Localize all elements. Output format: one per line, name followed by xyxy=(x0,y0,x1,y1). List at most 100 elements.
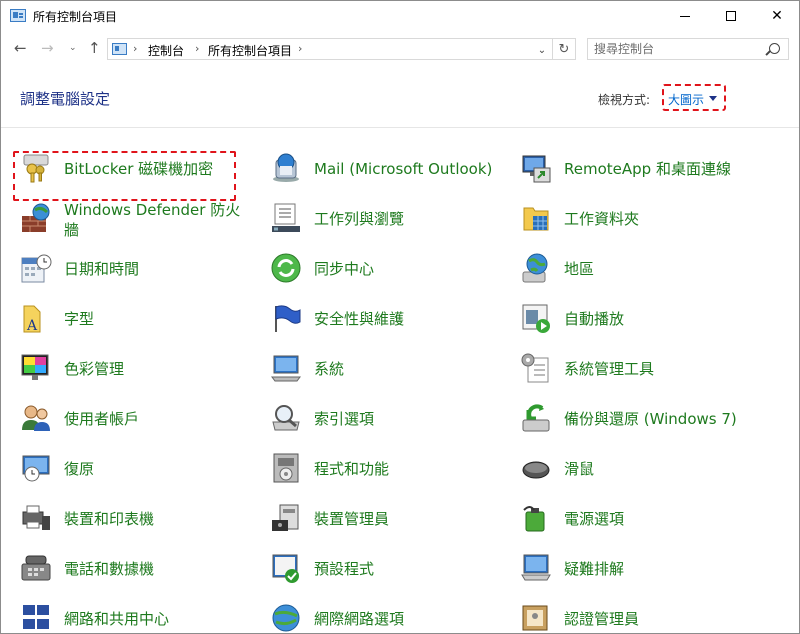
control-panel-item[interactable]: 裝置和印表機 xyxy=(20,498,260,538)
control-panel-item[interactable]: 索引選項 xyxy=(270,398,510,438)
internet-options-icon xyxy=(270,602,302,633)
device-manager-icon xyxy=(270,502,302,534)
control-panel-item-label[interactable]: 工作列與瀏覽 xyxy=(314,210,404,228)
search-icon[interactable] xyxy=(769,43,780,54)
control-panel-item-label[interactable]: 工作資料夾 xyxy=(564,210,639,228)
control-panel-item-label[interactable]: 預設程式 xyxy=(314,560,374,578)
control-panel-item[interactable]: 網路和共用中心 xyxy=(20,598,260,633)
back-button[interactable]: ← xyxy=(14,40,27,56)
svg-text:A: A xyxy=(26,318,38,334)
backup-restore-icon xyxy=(520,402,552,434)
view-by-dropdown[interactable]: 大圖示 xyxy=(662,84,726,111)
control-panel-item-label[interactable]: 字型 xyxy=(64,310,94,328)
power-options-icon xyxy=(520,502,552,534)
view-by-value[interactable]: 大圖示 xyxy=(668,91,704,108)
printer-icon xyxy=(20,502,52,534)
control-panel-item[interactable]: 預設程式 xyxy=(270,548,510,588)
phone-modem-icon xyxy=(20,552,52,584)
control-panel-item[interactable]: 使用者帳戶 xyxy=(20,398,260,438)
up-button[interactable]: ↑ xyxy=(88,40,101,56)
control-panel-item-label[interactable]: 安全性與維護 xyxy=(314,310,404,328)
control-panel-item-label[interactable]: RemoteApp 和桌面連線 xyxy=(564,160,731,178)
control-panel-item[interactable]: RemoteApp 和桌面連線 xyxy=(520,148,760,188)
control-panel-item[interactable]: 日期和時間 xyxy=(20,248,260,288)
control-panel-item[interactable]: 認證管理員 xyxy=(520,598,760,633)
address-dropdown-button[interactable]: ⌄ xyxy=(532,40,552,60)
maximize-button[interactable] xyxy=(708,1,754,31)
control-panel-item[interactable]: 色彩管理 xyxy=(20,348,260,388)
control-panel-item-label[interactable]: 日期和時間 xyxy=(64,260,139,278)
control-panel-item[interactable]: 裝置管理員 xyxy=(270,498,510,538)
control-panel-item[interactable]: 滑鼠 xyxy=(520,448,760,488)
control-panel-item[interactable]: 電源選項 xyxy=(520,498,760,538)
default-programs-icon xyxy=(270,552,302,584)
control-panel-item[interactable]: 自動播放 xyxy=(520,298,760,338)
control-panel-item-label[interactable]: 網際網路選項 xyxy=(314,610,404,628)
address-bar[interactable]: › 控制台 › 所有控制台項目 › ⌄ xyxy=(107,38,553,60)
control-panel-item-label[interactable]: Windows Defender 防火牆 xyxy=(64,200,249,240)
control-panel-item[interactable]: Mail (Microsoft Outlook) xyxy=(270,148,510,188)
close-icon: ✕ xyxy=(771,8,783,24)
control-panel-item[interactable]: 系統管理工具 xyxy=(520,348,760,388)
control-panel-item[interactable]: 工作列與瀏覽 xyxy=(270,198,510,238)
control-panel-item-label[interactable]: 索引選項 xyxy=(314,410,374,428)
breadcrumb-separator-icon[interactable]: › xyxy=(195,42,199,55)
control-panel-item[interactable]: 工作資料夾 xyxy=(520,198,760,238)
control-panel-item-label[interactable]: 認證管理員 xyxy=(564,610,639,628)
control-panel-item-label[interactable]: 使用者帳戶 xyxy=(64,410,139,428)
breadcrumb-separator-icon[interactable]: › xyxy=(133,42,137,55)
control-panel-item-label[interactable]: 自動播放 xyxy=(564,310,624,328)
control-panel-item[interactable]: A 字型 xyxy=(20,298,260,338)
recent-locations-button[interactable]: ⌄ xyxy=(69,40,77,56)
control-panel-item[interactable]: 程式和功能 xyxy=(270,448,510,488)
refresh-icon: ↻ xyxy=(558,41,570,57)
control-panel-item[interactable]: 系統 xyxy=(270,348,510,388)
control-panel-item-label[interactable]: 網路和共用中心 xyxy=(64,610,169,628)
control-panel-item[interactable]: BitLocker 磁碟機加密 xyxy=(20,148,260,188)
control-panel-item-label[interactable]: 裝置和印表機 xyxy=(64,510,154,528)
control-panel-item[interactable]: 同步中心 xyxy=(270,248,510,288)
control-panel-item-label[interactable]: 裝置管理員 xyxy=(314,510,389,528)
control-panel-item-label[interactable]: 色彩管理 xyxy=(64,360,124,378)
search-input[interactable] xyxy=(594,41,754,57)
breadcrumb-control-panel[interactable]: 控制台 xyxy=(148,42,184,59)
search-box[interactable] xyxy=(587,38,789,60)
control-panel-item-label[interactable]: 同步中心 xyxy=(314,260,374,278)
control-panel-item[interactable]: 復原 xyxy=(20,448,260,488)
navigation-bar: ← → ⌄ ↑ › 控制台 › 所有控制台項目 › ⌄ ↻ xyxy=(1,31,799,67)
control-panel-item-label[interactable]: 電源選項 xyxy=(564,510,624,528)
control-panel-item-label[interactable]: 疑難排解 xyxy=(564,560,624,578)
view-by-label: 檢視方式: xyxy=(598,93,651,107)
breadcrumb-separator-icon[interactable]: › xyxy=(298,42,302,55)
refresh-button[interactable]: ↻ xyxy=(552,38,576,60)
control-panel-item[interactable]: 疑難排解 xyxy=(520,548,760,588)
control-panel-item[interactable]: 電話和數據機 xyxy=(20,548,260,588)
breadcrumb-all-items[interactable]: 所有控制台項目 xyxy=(208,42,292,59)
minimize-button[interactable] xyxy=(662,1,708,31)
chevron-down-icon[interactable] xyxy=(709,96,717,101)
control-panel-item-label[interactable]: 程式和功能 xyxy=(314,460,389,478)
control-panel-item-label[interactable]: 滑鼠 xyxy=(564,460,594,478)
forward-button[interactable]: → xyxy=(41,40,54,56)
vertical-scrollbar[interactable] xyxy=(783,128,799,633)
security-flag-icon xyxy=(270,302,302,334)
control-panel-item-label[interactable]: 電話和數據機 xyxy=(64,560,154,578)
region-icon xyxy=(520,252,552,284)
control-panel-item-label[interactable]: 系統管理工具 xyxy=(564,360,654,378)
control-panel-item[interactable]: 備份與還原 (Windows 7) xyxy=(520,398,760,438)
recovery-icon xyxy=(20,452,52,484)
control-panel-item-label[interactable]: 系統 xyxy=(314,360,344,378)
control-panel-item-label[interactable]: 備份與還原 (Windows 7) xyxy=(564,410,737,428)
control-panel-item-label[interactable]: 復原 xyxy=(64,460,94,478)
work-folders-icon xyxy=(520,202,552,234)
control-panel-item-label[interactable]: 地區 xyxy=(564,260,594,278)
control-panel-item[interactable]: 網際網路選項 xyxy=(270,598,510,633)
control-panel-item[interactable]: Windows Defender 防火牆 xyxy=(20,198,260,240)
control-panel-item[interactable]: 安全性與維護 xyxy=(270,298,510,338)
control-panel-item[interactable]: 地區 xyxy=(520,248,760,288)
remoteapp-icon xyxy=(520,152,552,184)
control-panel-item-label[interactable]: BitLocker 磁碟機加密 xyxy=(64,160,213,178)
close-button[interactable]: ✕ xyxy=(754,1,799,31)
title-bar: 所有控制台項目 ✕ xyxy=(1,1,799,31)
control-panel-item-label[interactable]: Mail (Microsoft Outlook) xyxy=(314,160,492,178)
